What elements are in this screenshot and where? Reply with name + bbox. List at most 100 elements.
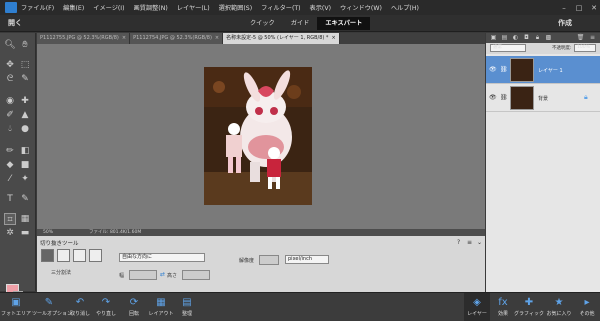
tab-expert[interactable]: エキスパート <box>317 17 371 30</box>
blend-mode-dropdown[interactable]: 通常 <box>490 44 526 52</box>
brush-tool-icon[interactable]: ✏ <box>4 145 16 157</box>
spot-healing-icon[interactable]: ✚ <box>19 95 31 107</box>
organize-icon: ▤ <box>182 297 192 308</box>
gradient-tool-icon[interactable]: ■ <box>19 159 31 171</box>
sponge-tool-icon[interactable]: ● <box>19 123 31 135</box>
rotate-button[interactable]: ⟳ 回転 <box>122 293 146 321</box>
link-icon[interactable]: ⛓︎ <box>500 94 508 101</box>
custom-shape-icon[interactable]: ✦ <box>19 173 31 185</box>
collapse-icon[interactable]: ⌄ <box>477 239 482 246</box>
doc-tab[interactable]: P1112754.JPG @ 52.3%(RGB/8) × <box>130 33 224 44</box>
layout-button[interactable]: ▦ レイアウト <box>148 293 174 321</box>
height-field[interactable] <box>182 270 210 280</box>
eyedropper-icon[interactable]: ⁄ <box>4 173 16 185</box>
menu-window[interactable]: ウィンドウ(W) <box>340 3 382 12</box>
swap-icon[interactable]: ⇄ <box>160 271 165 278</box>
adjustment-layer-icon[interactable]: ◐ <box>511 33 520 42</box>
photo-bin-icon: ▣ <box>11 297 21 308</box>
panel-menu-icon[interactable]: ≡ <box>467 239 472 246</box>
create-button[interactable]: 作成 <box>558 18 572 28</box>
document-size: ファイル: 801.4K/1.60M <box>89 230 142 235</box>
hand-tool-icon[interactable]: ✋︎ <box>19 39 31 51</box>
lock-transparency-icon[interactable]: ▩ <box>544 33 553 42</box>
layer-thumbnail <box>510 58 534 82</box>
recompose-tool-icon[interactable]: ▦ <box>19 213 31 225</box>
menu-filter[interactable]: フィルター(T) <box>261 3 300 12</box>
tool-options-icon: ✎ <box>44 297 54 308</box>
close-tab-icon[interactable]: × <box>331 35 335 41</box>
menu-help[interactable]: ヘルプ(H) <box>391 3 419 12</box>
favorites-button[interactable]: ★ お気に入り <box>544 293 574 321</box>
close-tab-icon[interactable]: × <box>122 35 126 41</box>
straighten-tool-icon[interactable]: ▬ <box>19 227 31 239</box>
menu-select[interactable]: 選択範囲(S) <box>219 3 253 12</box>
undo-button[interactable]: ↶ 取り消し <box>68 293 92 321</box>
lasso-tool-icon[interactable]: ᘓ <box>4 73 16 85</box>
aspect-ratio-dropdown[interactable]: 自由な方向に <box>119 253 205 262</box>
more-button[interactable]: ▸ その他 <box>576 293 598 321</box>
tab-guided[interactable]: ガイド <box>283 17 318 30</box>
pencil-tool-icon[interactable]: ✎ <box>19 193 31 205</box>
layer-row[interactable]: 👁︎ ⛓︎ 背景 🔒︎ <box>486 84 600 112</box>
width-field[interactable] <box>129 270 157 280</box>
layer-mask-icon[interactable]: ◘ <box>522 33 531 42</box>
panel-menu-icon[interactable]: ≡ <box>588 33 597 42</box>
doc-tab[interactable]: P1112755.JPG @ 52.3%(RGB/8) × <box>37 33 131 44</box>
crop-preset-1[interactable] <box>41 249 54 262</box>
marquee-tool-icon[interactable]: ⬚ <box>19 59 31 71</box>
redo-button[interactable]: ↷ やり直し <box>94 293 118 321</box>
crop-preset-4[interactable] <box>89 249 102 262</box>
new-group-icon[interactable]: ▤ <box>500 33 509 42</box>
maximize-icon[interactable]: □ <box>573 2 585 14</box>
menu-image[interactable]: イメージ(I) <box>93 3 124 12</box>
tool-options-button[interactable]: ✎ ツールオプション <box>32 293 72 321</box>
crop-preset-2[interactable] <box>57 249 70 262</box>
menu-edit[interactable]: 編集(E) <box>63 3 84 12</box>
eraser-tool-icon[interactable]: ◧ <box>19 145 31 157</box>
effects-button[interactable]: fx 効果 <box>492 293 514 321</box>
app-logo-icon <box>5 2 17 13</box>
visibility-eye-icon[interactable]: 👁︎ <box>489 94 497 101</box>
menu-enhance[interactable]: 画質調整(N) <box>134 3 168 12</box>
tab-quick[interactable]: クイック <box>242 17 283 30</box>
document-photo[interactable] <box>204 67 312 205</box>
open-button[interactable]: 開く <box>8 18 22 28</box>
graphics-button[interactable]: ✚ グラフィック <box>514 293 544 321</box>
organize-button[interactable]: ▤ 整理 <box>176 293 198 321</box>
doc-tab-active[interactable]: 名称未設定-5 @ 50% (レイヤー 1, RGB/8) * × <box>223 33 340 44</box>
zoom-tool-icon[interactable]: 🔍︎ <box>4 39 16 51</box>
lock-icon[interactable]: 🔒︎ <box>533 33 542 42</box>
help-icon[interactable]: ? <box>457 239 460 246</box>
resolution-unit-dropdown[interactable]: pixel/inch <box>285 255 329 264</box>
layer-row[interactable]: 👁︎ ⛓︎ レイヤー 1 <box>486 56 600 84</box>
quick-selection-icon[interactable]: ✎ <box>19 73 31 85</box>
link-icon[interactable]: ⛓︎ <box>500 66 508 73</box>
content-aware-move-icon[interactable]: ✲ <box>4 227 16 239</box>
red-eye-tool-icon[interactable]: ◉ <box>4 95 16 107</box>
new-layer-icon[interactable]: ▣ <box>489 33 498 42</box>
layers-button[interactable]: ◈ レイヤー <box>464 293 490 321</box>
resolution-field[interactable] <box>259 255 279 265</box>
photo-content <box>204 67 312 205</box>
move-tool-icon[interactable]: ✥ <box>4 59 16 71</box>
menu-layer[interactable]: レイヤー(L) <box>177 3 210 12</box>
smart-brush-icon[interactable]: ✐ <box>4 109 16 121</box>
tool-options-title: 切り抜きツール <box>40 241 79 247</box>
clone-stamp-icon[interactable]: ▲ <box>19 109 31 121</box>
blur-tool-icon[interactable]: 💧︎ <box>4 123 16 135</box>
opacity-field[interactable]: 100% <box>574 44 596 52</box>
visibility-eye-icon[interactable]: 👁︎ <box>489 66 497 73</box>
photo-bin-button[interactable]: ▣ フォトエリア <box>0 293 32 321</box>
menu-view[interactable]: 表示(V) <box>310 3 331 12</box>
close-tab-icon[interactable]: × <box>215 35 219 41</box>
tool-options-panel: 切り抜きツール ? ≡ ⌄ 三分割法 自由な方向に 幅 ⇄ 高さ 解像度 pix… <box>37 236 485 292</box>
zoom-value[interactable]: 50% <box>43 229 53 236</box>
minimize-icon[interactable]: – <box>558 2 570 14</box>
crop-preset-3[interactable] <box>73 249 86 262</box>
trash-icon[interactable]: 🗑︎ <box>576 33 585 42</box>
crop-tool-icon[interactable]: ⌗ <box>4 213 16 225</box>
close-icon[interactable]: ✕ <box>588 2 600 14</box>
type-tool-icon[interactable]: T <box>4 193 16 205</box>
menu-file[interactable]: ファイル(F) <box>21 3 54 12</box>
paint-bucket-icon[interactable]: ◆ <box>4 159 16 171</box>
